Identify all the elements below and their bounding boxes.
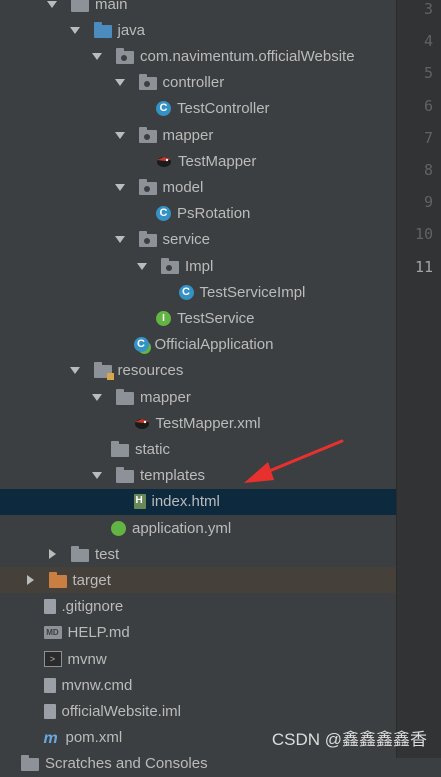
annotation-arrow: [244, 439, 344, 483]
scratches-icon: [21, 755, 39, 772]
watermark: CSDN @鑫鑫鑫鑫香: [271, 730, 427, 749]
